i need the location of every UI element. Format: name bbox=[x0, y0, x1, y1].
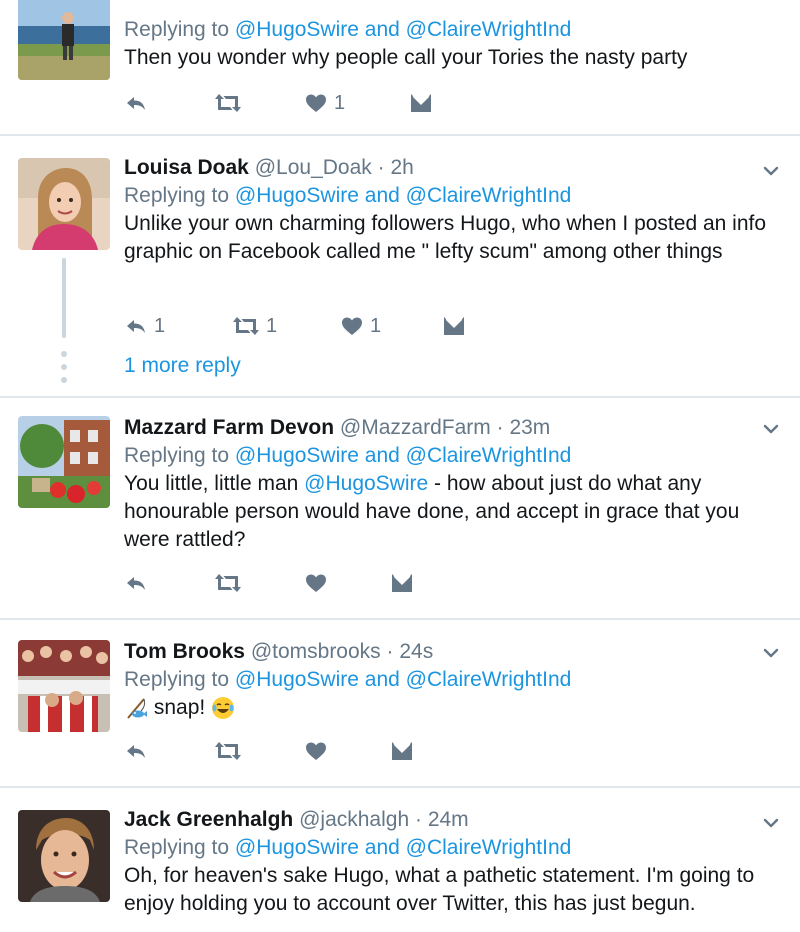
tweet-text: Unlike your own charming followers Hugo,… bbox=[124, 212, 767, 263]
tweet-menu-button[interactable] bbox=[762, 162, 780, 180]
reply-icon bbox=[124, 739, 148, 763]
like-count: 1 bbox=[334, 91, 346, 114]
retweet-icon bbox=[214, 91, 242, 115]
direct-message-button[interactable] bbox=[390, 568, 414, 598]
tweet-menu-button[interactable] bbox=[762, 814, 780, 832]
chevron-down-icon bbox=[762, 814, 780, 832]
retweet-button[interactable] bbox=[214, 736, 242, 766]
reply-icon bbox=[124, 91, 148, 115]
retweet-icon bbox=[214, 739, 242, 763]
reply-button[interactable] bbox=[124, 736, 148, 766]
tweet-text: Oh, for heaven's sake Hugo, what a pathe… bbox=[124, 864, 755, 915]
timestamp[interactable]: 2h bbox=[390, 156, 413, 179]
tweet-header: Louisa Doak @Lou_Doak · 2h bbox=[124, 154, 770, 182]
reply-button[interactable] bbox=[124, 88, 148, 118]
separator: · bbox=[496, 416, 504, 439]
retweet-count: 1 bbox=[266, 314, 278, 337]
more-replies-link[interactable]: 1 more reply bbox=[124, 354, 241, 378]
direct-message-icon bbox=[442, 314, 466, 338]
retweet-icon bbox=[232, 314, 260, 338]
like-count: 1 bbox=[370, 314, 382, 337]
user-avatar[interactable] bbox=[18, 810, 110, 902]
reply-button[interactable]: 1 bbox=[124, 311, 165, 341]
user-avatar[interactable] bbox=[18, 416, 110, 508]
retweet-button[interactable] bbox=[214, 568, 242, 598]
replying-to: Replying to @HugoSwire and @ClaireWright… bbox=[124, 668, 572, 691]
tweet-item[interactable]: Replying to @HugoSwire and @ClaireWright… bbox=[0, 0, 800, 136]
replying-to: Replying to @HugoSwire and @ClaireWright… bbox=[124, 444, 572, 467]
replying-to-mentions[interactable]: @HugoSwire and @ClaireWrightInd bbox=[235, 836, 571, 859]
mention-link[interactable]: @HugoSwire bbox=[304, 472, 428, 495]
direct-message-button[interactable] bbox=[409, 88, 433, 118]
fishing-pole-emoji bbox=[127, 698, 147, 720]
separator: · bbox=[414, 808, 422, 831]
chevron-down-icon bbox=[762, 420, 780, 438]
replying-to-mentions[interactable]: @HugoSwire and @ClaireWrightInd bbox=[235, 668, 571, 691]
tweet-menu-button[interactable] bbox=[762, 420, 780, 438]
tweet-header: Tom Brooks @tomsbrooks · 24s bbox=[124, 638, 770, 666]
like-button[interactable]: 1 bbox=[340, 311, 381, 341]
replying-to: Replying to @HugoSwire and @ClaireWright… bbox=[124, 184, 572, 207]
tweet-menu-button[interactable] bbox=[762, 644, 780, 662]
timestamp[interactable]: 24s bbox=[399, 640, 433, 663]
direct-message-icon bbox=[390, 739, 414, 763]
tweet-item[interactable]: Mazzard Farm Devon @MazzardFarm · 23m Re… bbox=[0, 398, 800, 620]
user-avatar[interactable] bbox=[18, 158, 110, 250]
reply-icon bbox=[124, 314, 148, 338]
chevron-down-icon bbox=[762, 644, 780, 662]
like-icon bbox=[304, 571, 328, 595]
username[interactable]: @tomsbrooks bbox=[251, 640, 381, 663]
replying-to-mentions[interactable]: @HugoSwire and @ClaireWrightInd bbox=[235, 444, 571, 467]
tweet-item[interactable]: Jack Greenhalgh @jackhalgh · 24m Replyin… bbox=[0, 788, 800, 932]
timestamp[interactable]: 23m bbox=[509, 416, 550, 439]
like-button[interactable] bbox=[304, 568, 328, 598]
timestamp[interactable]: 24m bbox=[428, 808, 469, 831]
replying-to-mentions[interactable]: @HugoSwire and @ClaireWrightInd bbox=[235, 18, 571, 41]
user-avatar[interactable] bbox=[18, 640, 110, 732]
tweet-header: Jack Greenhalgh @jackhalgh · 24m bbox=[124, 806, 770, 834]
retweet-button[interactable]: 1 bbox=[232, 311, 277, 341]
replying-to-mentions[interactable]: @HugoSwire and @ClaireWrightInd bbox=[235, 184, 571, 207]
reply-button[interactable] bbox=[124, 568, 148, 598]
username[interactable]: @jackhalgh bbox=[299, 808, 409, 831]
like-icon bbox=[340, 314, 364, 338]
user-avatar[interactable] bbox=[18, 0, 110, 80]
separator: · bbox=[386, 640, 394, 663]
username[interactable]: @MazzardFarm bbox=[340, 416, 491, 439]
direct-message-button[interactable] bbox=[442, 311, 466, 341]
like-button[interactable] bbox=[304, 736, 328, 766]
display-name[interactable]: Jack Greenhalgh bbox=[124, 808, 293, 831]
replying-to: Replying to @HugoSwire and @ClaireWright… bbox=[124, 836, 572, 859]
tweet-item[interactable]: Louisa Doak @Lou_Doak · 2h Replying to @… bbox=[0, 136, 800, 398]
reply-icon bbox=[124, 571, 148, 595]
direct-message-button[interactable] bbox=[390, 736, 414, 766]
chevron-down-icon bbox=[762, 162, 780, 180]
replying-to: Replying to @HugoSwire and @ClaireWright… bbox=[124, 18, 572, 41]
like-icon bbox=[304, 91, 328, 115]
tweet-text: You little, little man @HugoSwire - how … bbox=[124, 472, 740, 551]
tweet-item[interactable]: Tom Brooks @tomsbrooks · 24s Replying to… bbox=[0, 620, 800, 788]
direct-message-icon bbox=[390, 571, 414, 595]
tweet-header: Mazzard Farm Devon @MazzardFarm · 23m bbox=[124, 414, 770, 442]
tweet-text: snap! bbox=[124, 694, 770, 722]
crying-laughing-emoji bbox=[212, 697, 235, 720]
like-icon bbox=[304, 739, 328, 763]
reply-count: 1 bbox=[154, 314, 166, 337]
like-button[interactable]: 1 bbox=[304, 88, 345, 118]
tweet-text: Then you wonder why people call your Tor… bbox=[124, 46, 688, 69]
thread-dots bbox=[61, 351, 67, 390]
retweet-button[interactable] bbox=[214, 88, 242, 118]
display-name[interactable]: Louisa Doak bbox=[124, 156, 249, 179]
retweet-icon bbox=[214, 571, 242, 595]
direct-message-icon bbox=[409, 91, 433, 115]
separator: · bbox=[377, 156, 385, 179]
display-name[interactable]: Tom Brooks bbox=[124, 640, 245, 663]
username[interactable]: @Lou_Doak bbox=[255, 156, 372, 179]
thread-connector bbox=[62, 258, 66, 338]
display-name[interactable]: Mazzard Farm Devon bbox=[124, 416, 334, 439]
